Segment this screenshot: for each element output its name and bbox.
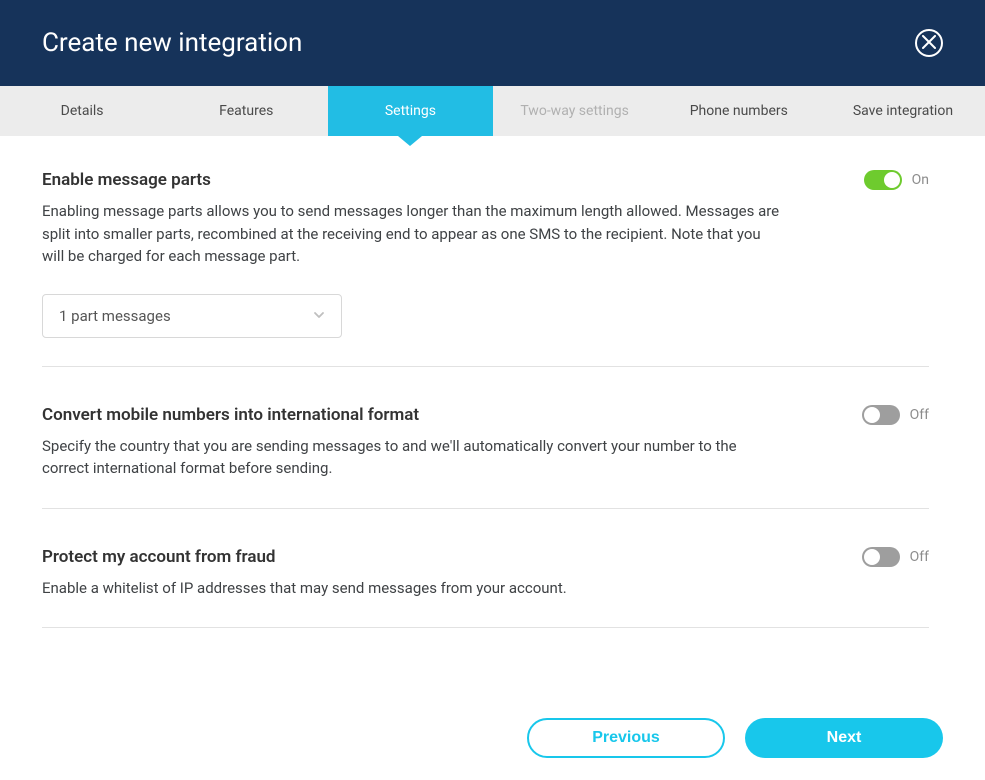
tab-settings[interactable]: Settings [328,86,492,136]
settings-scroll-area[interactable]: Enable message parts Enabling message pa… [42,160,943,696]
section-message-parts: Enable message parts Enabling message pa… [42,160,929,367]
dialog-header: Create new integration [0,0,985,86]
message-parts-select-value: 1 part messages [59,307,171,325]
section-convert-numbers: Convert mobile numbers into internationa… [42,395,929,509]
close-icon [922,35,936,52]
convert-numbers-title: Convert mobile numbers into internationa… [42,405,782,425]
tab-two-way-settings: Two-way settings [493,86,657,136]
message-parts-toggle-label: On [912,172,929,188]
message-parts-title: Enable message parts [42,170,782,190]
next-button[interactable]: Next [745,718,943,758]
convert-numbers-toggle-label: Off [910,407,929,423]
tab-phone-numbers[interactable]: Phone numbers [657,86,821,136]
convert-numbers-toggle[interactable] [862,405,900,425]
tab-features[interactable]: Features [164,86,328,136]
page-title: Create new integration [42,28,302,58]
previous-button[interactable]: Previous [527,718,725,758]
tab-save-integration[interactable]: Save integration [821,86,985,136]
tab-bar: Details Features Settings Two-way settin… [0,86,985,136]
chevron-down-icon [313,306,325,325]
fraud-title: Protect my account from fraud [42,547,567,567]
tab-details[interactable]: Details [0,86,164,136]
convert-numbers-description: Specify the country that you are sending… [42,435,782,480]
fraud-toggle-label: Off [910,549,929,565]
message-parts-toggle[interactable] [864,170,902,190]
message-parts-select[interactable]: 1 part messages [42,294,342,338]
message-parts-description: Enabling message parts allows you to sen… [42,200,782,268]
dialog-footer: Previous Next [0,696,985,780]
close-button[interactable] [915,29,943,57]
section-fraud: Protect my account from fraud Enable a w… [42,537,929,629]
fraud-description: Enable a whitelist of IP addresses that … [42,577,567,600]
fraud-toggle[interactable] [862,547,900,567]
